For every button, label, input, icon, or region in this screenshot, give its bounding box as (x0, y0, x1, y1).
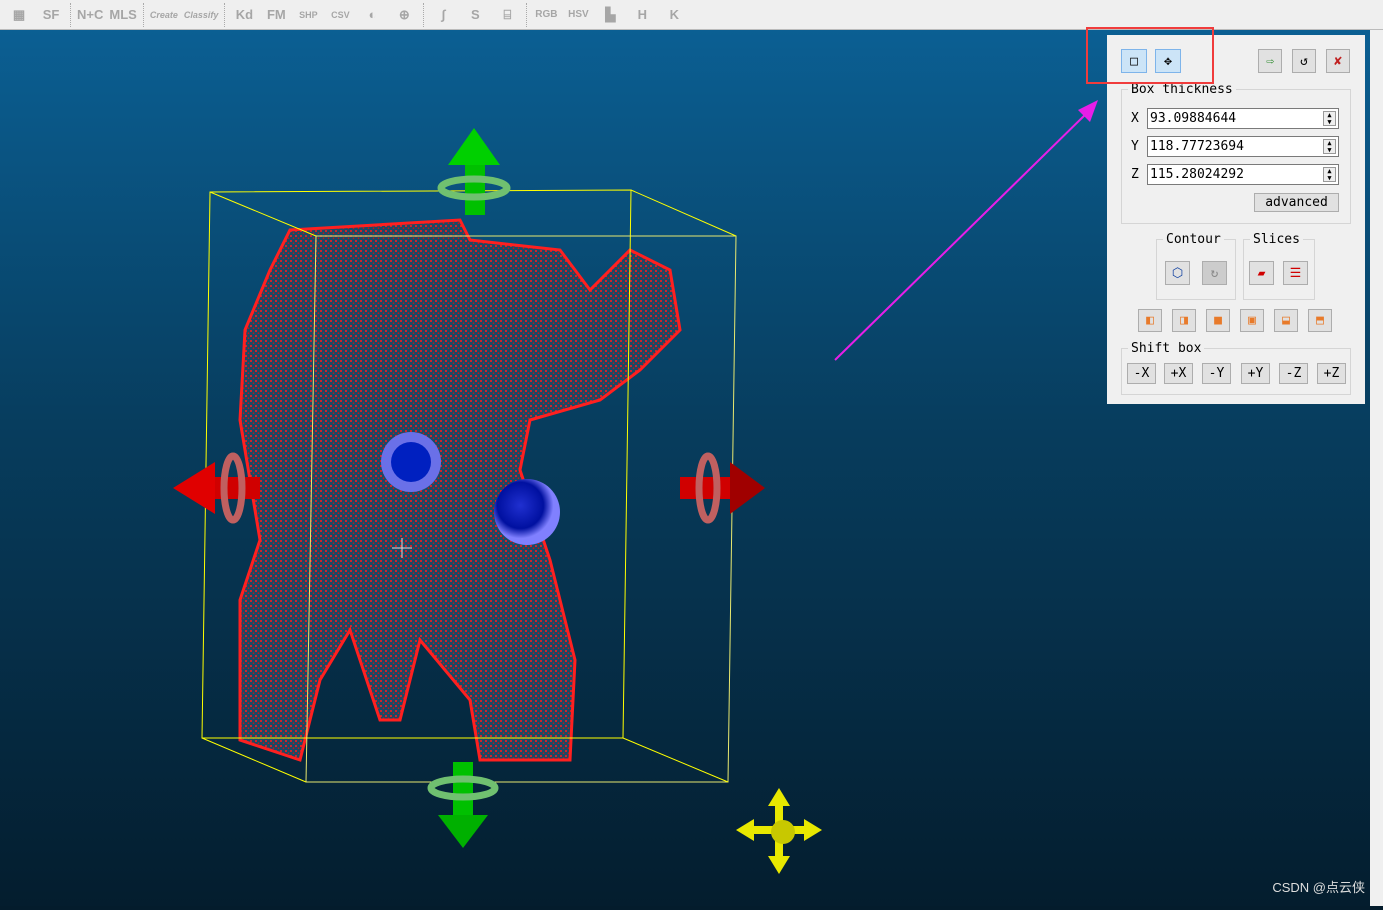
x-label: X (1131, 111, 1139, 126)
z-label: Z (1131, 167, 1139, 182)
box-thickness-label: Box thickness (1131, 82, 1233, 97)
h-button[interactable]: H (629, 2, 655, 28)
separator (70, 2, 71, 27)
normals-button[interactable]: N+C (77, 2, 103, 28)
center-sphere (494, 479, 560, 545)
shift-plus-z-button[interactable]: +Z (1317, 363, 1346, 384)
x-plus-arrow (680, 452, 765, 524)
advanced-button[interactable]: advanced (1254, 193, 1339, 212)
export-icon[interactable]: ⇨ (1258, 49, 1282, 73)
calculator-icon[interactable]: ▦ (6, 2, 32, 28)
y-label: Y (1131, 139, 1139, 154)
multi-slice-icon[interactable]: ☰ (1283, 261, 1308, 285)
shift-plus-y-button[interactable]: +Y (1241, 363, 1270, 384)
shift-box-label: Shift box (1131, 341, 1202, 356)
points-curve-icon[interactable]: S (462, 2, 488, 28)
shp-button[interactable]: SHP (295, 2, 321, 28)
separator (423, 2, 425, 27)
point-cloud (238, 218, 682, 762)
side-dock (1370, 30, 1383, 906)
fm-button[interactable]: FM (263, 2, 289, 28)
k-button[interactable]: K (661, 2, 687, 28)
view-top-icon[interactable]: ⬒ (1308, 309, 1332, 332)
view-back-icon[interactable]: ▣ (1240, 309, 1264, 332)
sphere-grid-icon[interactable]: ⊕ (391, 2, 417, 28)
annotation-arrow (834, 100, 1098, 361)
y-thickness-input[interactable]: 118.77723694 ▲ ▼ (1147, 136, 1339, 157)
curve-icon[interactable]: ∫ (430, 2, 456, 28)
separator (142, 2, 144, 27)
shift-minus-z-button[interactable]: -Z (1279, 363, 1308, 384)
create-button[interactable]: Create (150, 2, 178, 28)
bars-icon[interactable]: ▙ (597, 2, 623, 28)
separator (526, 2, 528, 27)
z-up-arrow (437, 128, 511, 215)
watermark: CSDN @点云侠 (1272, 880, 1365, 895)
view-left-icon[interactable]: ◧ (1138, 309, 1162, 332)
slices-label: Slices (1253, 232, 1300, 247)
x-thickness-input[interactable]: 93.09884644 ▲ ▼ (1147, 108, 1339, 129)
shift-minus-x-button[interactable]: -X (1127, 363, 1156, 384)
extract-contour-icon[interactable]: ⬡ (1165, 261, 1190, 285)
contour-label: Contour (1166, 232, 1221, 247)
view-right-icon[interactable]: ◨ (1172, 309, 1196, 332)
separator (224, 2, 226, 27)
mls-button[interactable]: MLS (109, 2, 136, 28)
cylinder-icon[interactable]: ⌸ (494, 2, 520, 28)
close-icon[interactable]: ✘ (1326, 49, 1350, 73)
rgb-button[interactable]: RGB (533, 2, 559, 28)
view-front-icon[interactable]: ■ (1206, 309, 1230, 332)
z-down-arrow (427, 762, 499, 848)
slice-icon[interactable]: ▰ (1249, 261, 1274, 285)
csv-button[interactable]: CSV (327, 2, 353, 28)
shift-plus-x-button[interactable]: +X (1164, 363, 1193, 384)
hsv-button[interactable]: HSV (565, 2, 591, 28)
view-bottom-icon[interactable]: ⬓ (1274, 309, 1298, 332)
classify-button[interactable]: Classify (184, 2, 219, 28)
kd-button[interactable]: Kd (231, 2, 257, 28)
restore-contour-icon: ↻ (1202, 261, 1227, 285)
color-wheel-icon[interactable]: ◐ (359, 2, 385, 28)
toolbar: ▦ SF N+C MLS Create Classify Kd FM SHP C… (0, 0, 1383, 30)
sf-button[interactable]: SF (38, 2, 64, 28)
highlight-annotation (1086, 27, 1214, 84)
reset-icon[interactable]: ↺ (1292, 49, 1316, 73)
translate-gizmo (736, 788, 822, 874)
clipping-box-panel: □ ✥ ⇨ ↺ ✘ Box thickness X 93.09884644 ▲ ▼ … (1107, 35, 1365, 404)
z-thickness-input[interactable]: 115.28024292 ▲ ▼ (1147, 164, 1339, 185)
shift-minus-y-button[interactable]: -Y (1202, 363, 1231, 384)
